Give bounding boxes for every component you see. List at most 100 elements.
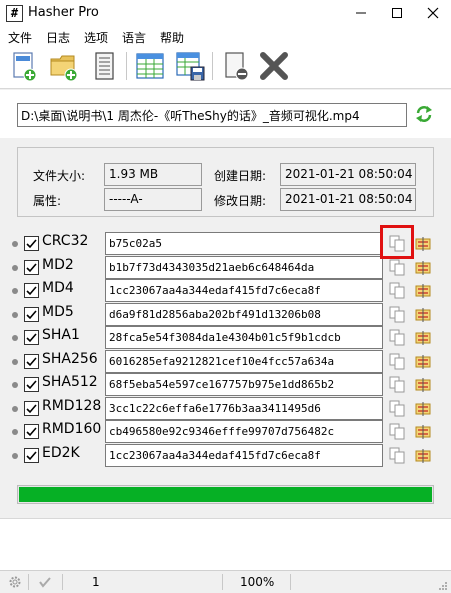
algorithm-checkbox[interactable]	[24, 377, 39, 392]
algorithm-checkbox[interactable]	[24, 283, 39, 298]
attributes-field: -----A-	[104, 188, 202, 211]
hash-value-field[interactable]: 1cc23067aa4a344edaf415fd7c6eca8f	[105, 279, 383, 302]
delete-button[interactable]	[258, 50, 290, 82]
hash-value-field[interactable]: b75c02a5	[105, 232, 383, 255]
file-path-field[interactable]: D:\桌面\说明书\1 周杰伦-《听TheShy的话》_音频可视化.mp4	[17, 103, 407, 127]
status-dot-icon	[12, 406, 18, 412]
close-button[interactable]	[415, 0, 451, 26]
add-folder-button[interactable]	[48, 50, 80, 82]
compare-hash-button[interactable]	[414, 330, 432, 346]
copy-icon	[389, 259, 405, 276]
hash-value-field[interactable]: 6016285efa9212821cef10e4fcc57a634a	[105, 350, 383, 373]
refresh-icon	[416, 106, 432, 122]
copy-hash-button[interactable]	[389, 282, 405, 299]
attr-label: 属性:	[33, 194, 62, 208]
copy-icon	[389, 423, 405, 440]
toolbar-separator	[212, 52, 213, 80]
hash-value-field[interactable]: cb496580e92c9346efffe99707d756482c	[105, 420, 383, 443]
compare-hash-button[interactable]	[414, 377, 432, 393]
maximize-button[interactable]	[379, 0, 415, 26]
compare-icon	[415, 237, 431, 251]
log-area[interactable]	[0, 518, 451, 571]
hash-value-field[interactable]: 3cc1c22c6effa6e1776b3aa3411495d6	[105, 397, 383, 420]
hash-value-field[interactable]: 68f5eba54e597ce167757b975e1dd865b2	[105, 373, 383, 396]
algorithm-checkbox[interactable]	[24, 424, 39, 439]
compare-hash-button[interactable]	[414, 260, 432, 276]
compare-hash-button[interactable]	[414, 283, 432, 299]
document-button[interactable]	[88, 50, 120, 82]
copy-icon	[389, 329, 405, 346]
checkmark-icon	[26, 333, 37, 343]
status-dot-icon	[12, 335, 18, 341]
algorithm-checkbox[interactable]	[24, 354, 39, 369]
hash-row-rmd160: RMD160 cb496580e92c9346efffe99707d756482c	[0, 420, 451, 444]
maximize-icon	[392, 8, 402, 18]
add-file-button[interactable]	[8, 50, 40, 82]
delete-x-icon	[260, 52, 288, 80]
compare-hash-button[interactable]	[414, 401, 432, 417]
gear-icon[interactable]	[8, 575, 22, 589]
algorithm-checkbox[interactable]	[24, 330, 39, 345]
copy-hash-button[interactable]	[389, 259, 405, 276]
copy-hash-button[interactable]	[389, 376, 405, 393]
compare-icon	[415, 402, 431, 416]
copy-hash-button[interactable]	[389, 306, 405, 323]
status-dot-icon	[12, 429, 18, 435]
compare-hash-button[interactable]	[414, 236, 432, 252]
remove-file-button[interactable]	[220, 50, 252, 82]
copy-icon	[389, 400, 405, 417]
hash-value-field[interactable]: d6a9f81d2856aba202bf491d13206b08	[105, 303, 383, 326]
hash-value-field[interactable]: b1b7f73d4343035d21aeb6c648464da	[105, 256, 383, 279]
copy-icon	[389, 353, 405, 370]
algorithm-label: MD4	[42, 280, 74, 296]
copy-icon	[389, 447, 405, 464]
hash-value-field[interactable]: 28fca5e54f3084da1e4304b01c5f9b1cdcb	[105, 326, 383, 349]
app-hash-icon: #	[6, 5, 23, 22]
modified-label: 修改日期:	[214, 194, 267, 208]
resize-grip-icon[interactable]	[438, 581, 448, 591]
toolbar-separator	[126, 52, 127, 80]
table-save-button[interactable]	[174, 50, 206, 82]
menu-language[interactable]: 语言	[122, 29, 146, 46]
status-dot-icon	[12, 265, 18, 271]
status-dot-icon	[12, 241, 18, 247]
status-dot-icon	[12, 359, 18, 365]
compare-icon	[415, 261, 431, 275]
checkmark-icon	[26, 451, 37, 461]
size-field: 1.93 MB	[104, 163, 202, 186]
copy-hash-button[interactable]	[389, 353, 405, 370]
copy-icon	[389, 282, 405, 299]
size-label: 文件大小:	[33, 169, 86, 183]
status-separator	[222, 574, 223, 590]
copy-hash-button[interactable]	[389, 447, 405, 464]
hash-value-field[interactable]: 1cc23067aa4a344edaf415fd7c6eca8f	[105, 444, 383, 467]
algorithm-checkbox[interactable]	[24, 448, 39, 463]
copy-hash-button[interactable]	[389, 423, 405, 440]
menu-log[interactable]: 日志	[46, 29, 70, 46]
add-file-icon	[13, 52, 37, 82]
algorithm-checkbox[interactable]	[24, 260, 39, 275]
compare-hash-button[interactable]	[414, 307, 432, 323]
algorithm-checkbox[interactable]	[24, 236, 39, 251]
compare-hash-button[interactable]	[414, 448, 432, 464]
menu-file[interactable]: 文件	[8, 29, 32, 46]
algorithm-checkbox[interactable]	[24, 307, 39, 322]
menu-options[interactable]: 选项	[84, 29, 108, 46]
menu-help[interactable]: 帮助	[160, 29, 184, 46]
compare-hash-button[interactable]	[414, 354, 432, 370]
compare-icon	[415, 378, 431, 392]
algorithm-checkbox[interactable]	[24, 401, 39, 416]
algorithm-label: ED2K	[42, 445, 80, 461]
minimize-button[interactable]	[343, 0, 379, 26]
compare-icon	[415, 284, 431, 298]
copy-hash-button[interactable]	[389, 400, 405, 417]
checkmark-icon	[26, 286, 37, 296]
zoom-level: 100%	[240, 575, 275, 589]
table-button[interactable]	[134, 50, 166, 82]
algorithm-label: SHA256	[42, 351, 98, 367]
highlight-box	[380, 225, 414, 259]
algorithm-label: RMD128	[42, 398, 102, 414]
copy-hash-button[interactable]	[389, 329, 405, 346]
refresh-button[interactable]	[414, 104, 434, 124]
compare-hash-button[interactable]	[414, 424, 432, 440]
